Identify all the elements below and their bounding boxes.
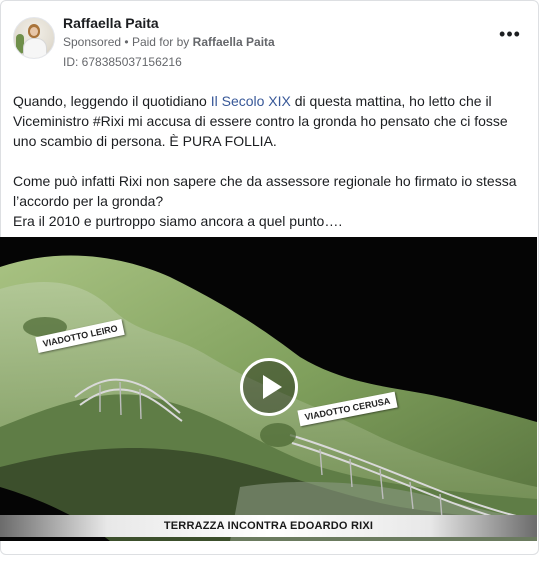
paid-for-label: Paid for by [131,35,190,49]
play-button[interactable] [240,358,298,416]
paragraph-1: Quando, leggendo il quotidiano Il Secolo… [13,91,525,151]
separator-dot: • [124,35,129,49]
more-options-icon[interactable]: ••• [496,25,524,49]
paid-by-name[interactable]: Raffaella Paita [193,35,275,49]
video-caption-bar: TERRAZZA INCONTRA EDOARDO RIXI [0,515,537,537]
play-icon [263,375,282,399]
avatar-face [30,27,38,36]
paragraph-3: Era il 2010 e purtroppo siamo ancora a q… [13,213,343,229]
paragraph-2: Come può infatti Rixi non sapere che da … [13,173,517,209]
paragraph-1-start: Quando, leggendo il quotidiano [13,93,211,109]
sponsored-label: Sponsored [63,35,122,49]
author-name[interactable]: Raffaella Paita [63,15,159,31]
post-header: Raffaella Paita Sponsored • Paid for by … [13,13,526,73]
newspaper-link[interactable]: Il Secolo XIX [211,93,291,109]
avatar-body [23,38,47,58]
sponsored-line: Sponsored • Paid for by Raffaella Paita [63,35,275,49]
ad-id: ID: 678385037156216 [63,55,182,69]
author-avatar[interactable] [13,17,55,59]
post-text: Quando, leggendo il quotidiano Il Secolo… [13,91,525,231]
